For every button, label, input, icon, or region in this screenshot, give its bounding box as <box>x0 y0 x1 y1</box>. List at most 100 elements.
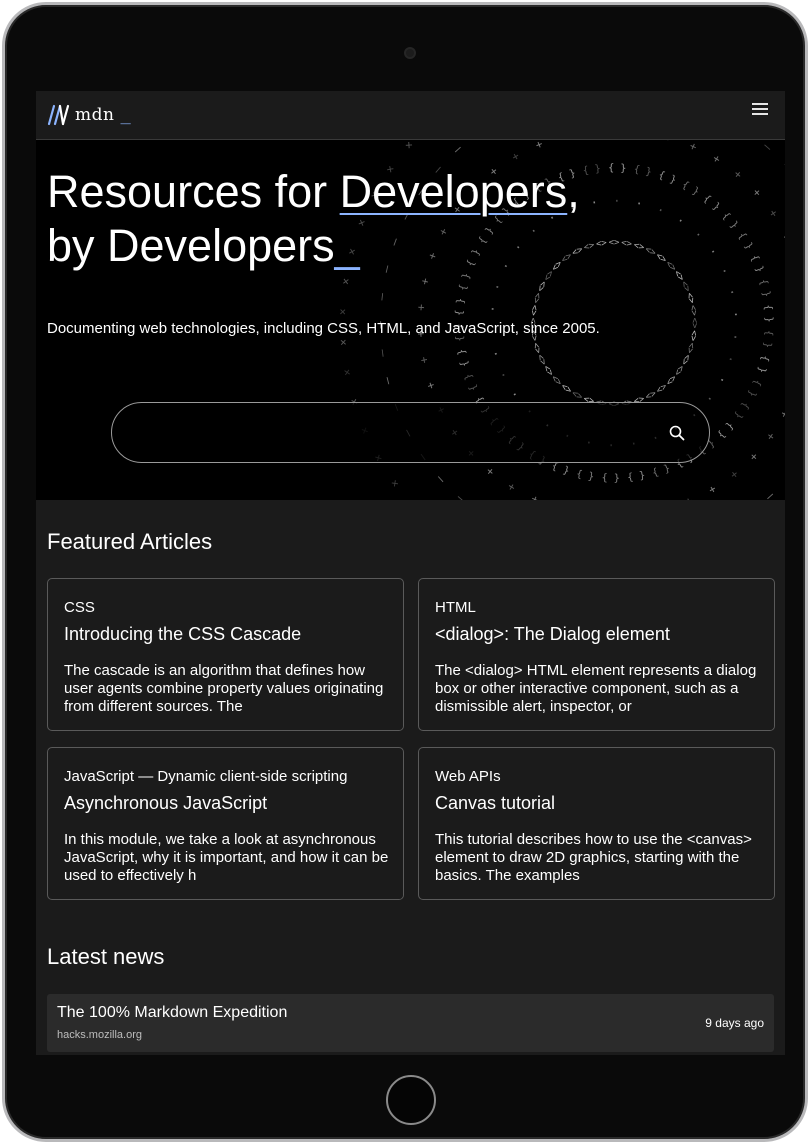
tablet-device-frame: mdn _ <> <> <> <> <> <> <> <> <> <> <> <> <> <> <> <> <>… <box>2 2 808 1142</box>
article-card-html[interactable]: HTML <dialog>: The Dialog element The <d… <box>418 578 775 731</box>
hero-pattern-glyph: · <box>488 348 503 359</box>
hero-pattern-glyph: + <box>533 140 544 152</box>
news-title[interactable]: The 100% Markdown Expedition <box>57 1004 287 1022</box>
hero-pattern-glyph: <> <box>687 304 699 317</box>
news-timestamp: 9 days ago <box>705 1016 764 1030</box>
news-item[interactable]: The 100% Markdown Expedition hacks.mozil… <box>47 994 774 1052</box>
hero-section: <> <> <> <> <> <> <> <> <> <> <> <> <> <> <> <> <> <> <> <>… <box>36 140 785 500</box>
hero-pattern-glyph: — <box>780 159 785 174</box>
hero-pattern-glyph: <> <box>531 340 544 354</box>
hero-pattern-glyph: + <box>683 494 694 500</box>
hero-pattern-glyph: + <box>727 467 741 482</box>
hero-pattern-glyph: <> <box>529 304 541 317</box>
hero-pattern-glyph: { } <box>651 462 672 478</box>
article-card-css[interactable]: CSS Introducing the CSS Cascade The casc… <box>47 578 404 731</box>
article-category[interactable]: JavaScript — Dynamic client-side scripti… <box>64 768 347 785</box>
hero-pattern-glyph: { } <box>745 378 763 399</box>
hero-pattern-glyph: { } <box>761 330 774 349</box>
hero-pattern-glyph: · <box>691 227 706 242</box>
latest-news-heading: Latest news <box>47 944 165 969</box>
hero-pattern-glyph: { } <box>732 400 751 421</box>
hero-pattern-glyph: · <box>728 310 742 318</box>
home-button[interactable] <box>386 1075 436 1125</box>
hero-pattern-glyph: { } <box>701 193 722 213</box>
hero-pattern-glyph: { } <box>715 420 735 441</box>
hero-pattern-glyph: { } <box>680 179 701 197</box>
hero-pattern-glyph: — <box>374 348 389 358</box>
article-title[interactable]: <dialog>: The Dialog element <box>435 624 670 645</box>
hero-pattern-glyph: · <box>714 373 730 386</box>
logo-text: mdn <box>75 105 115 125</box>
hero-pattern-glyph: — <box>374 292 389 302</box>
news-source[interactable]: hacks.mozilla.org <box>57 1029 142 1041</box>
hero-pattern-glyph: — <box>450 141 465 157</box>
hero-pattern-glyph: + <box>483 464 497 478</box>
article-card-web-apis[interactable]: Web APIs Canvas tutorial This tutorial d… <box>418 747 775 900</box>
hero-pattern-glyph: + <box>766 207 781 220</box>
hero-title-line2: by Developers <box>47 220 335 271</box>
hero-pattern-glyph: { } <box>575 468 595 482</box>
hero-pattern-glyph: { } <box>456 348 471 368</box>
camera-icon <box>404 47 416 59</box>
hero-pattern-glyph: · <box>496 369 512 382</box>
article-category[interactable]: CSS <box>64 599 95 616</box>
hero-pattern-glyph: <> <box>689 318 699 329</box>
hero-pattern-glyph: + <box>706 482 719 497</box>
search-box[interactable] <box>111 402 710 463</box>
hero-pattern-glyph: + <box>688 140 700 154</box>
hero-subtitle: Documenting web technologies, including … <box>47 320 600 337</box>
hero-pattern-glyph: { } <box>626 469 645 482</box>
search-input[interactable] <box>132 415 652 451</box>
hero-pattern-glyph: · <box>507 387 523 401</box>
hero-pattern-glyph: { } <box>454 297 467 316</box>
hero-pattern-glyph: · <box>655 202 667 218</box>
hero-pattern-glyph: + <box>418 276 432 286</box>
hero-pattern-glyph: { } <box>757 278 772 298</box>
hero-pattern-glyph: · <box>674 213 688 229</box>
hero-pattern-glyph: + <box>417 355 431 364</box>
description-fade <box>654 875 774 899</box>
hero-pattern-glyph: + <box>731 167 745 181</box>
article-title[interactable]: Canvas tutorial <box>435 793 555 814</box>
hero-pattern-glyph: × <box>336 338 349 346</box>
search-icon[interactable] <box>669 425 685 441</box>
featured-articles-heading: Featured Articles <box>47 529 213 554</box>
hero-pattern-glyph: <> <box>687 329 699 342</box>
hero-pattern-glyph: + <box>505 480 518 495</box>
article-category[interactable]: Web APIs <box>435 768 501 785</box>
hero-pattern-glyph: { } <box>755 354 770 374</box>
description-fade <box>654 706 774 730</box>
hero-pattern-glyph: × <box>388 477 402 490</box>
hero-pattern-glyph: × <box>336 308 349 315</box>
article-card-javascript[interactable]: JavaScript — Dynamic client-side scripti… <box>47 747 404 900</box>
hero-pattern-glyph: + <box>559 140 569 143</box>
hero-pattern-glyph: — <box>763 489 778 500</box>
hero-pattern-glyph: { } <box>720 210 740 231</box>
hero-pattern-glyph: × <box>339 277 353 286</box>
hero-pattern-glyph: + <box>780 230 785 242</box>
top-navbar: mdn _ <box>36 91 785 140</box>
hero-pattern-glyph: · <box>485 305 500 314</box>
mdn-logo[interactable]: mdn _ <box>46 99 131 131</box>
article-title[interactable]: Asynchronous JavaScript <box>64 793 267 814</box>
hero-pattern-glyph: { } <box>748 253 765 274</box>
hero-pattern-glyph: — <box>782 469 785 484</box>
hero-title-link[interactable]: Developers <box>340 166 568 217</box>
hero-pattern-glyph: { } <box>762 304 774 323</box>
hero-pattern-glyph: + <box>424 380 439 391</box>
hero-pattern-glyph: · <box>717 265 733 278</box>
hero-pattern-glyph: + <box>663 140 673 145</box>
hero-title: Resources for Developers, by Developers_ <box>47 165 647 273</box>
hero-pattern-glyph: — <box>760 140 775 155</box>
hamburger-menu-icon[interactable] <box>752 103 768 117</box>
description-fade <box>283 875 403 899</box>
hero-pattern-glyph: { } <box>602 472 620 483</box>
article-title[interactable]: Introducing the CSS Cascade <box>64 624 301 645</box>
hero-pattern-glyph: — <box>379 375 395 386</box>
hero-pattern-glyph: — <box>452 491 467 500</box>
description-fade <box>283 706 403 730</box>
hero-pattern-glyph: + <box>509 149 522 164</box>
hero-pattern-glyph: · <box>490 281 506 292</box>
hero-pattern-glyph: + <box>710 152 723 167</box>
article-category[interactable]: HTML <box>435 599 476 616</box>
